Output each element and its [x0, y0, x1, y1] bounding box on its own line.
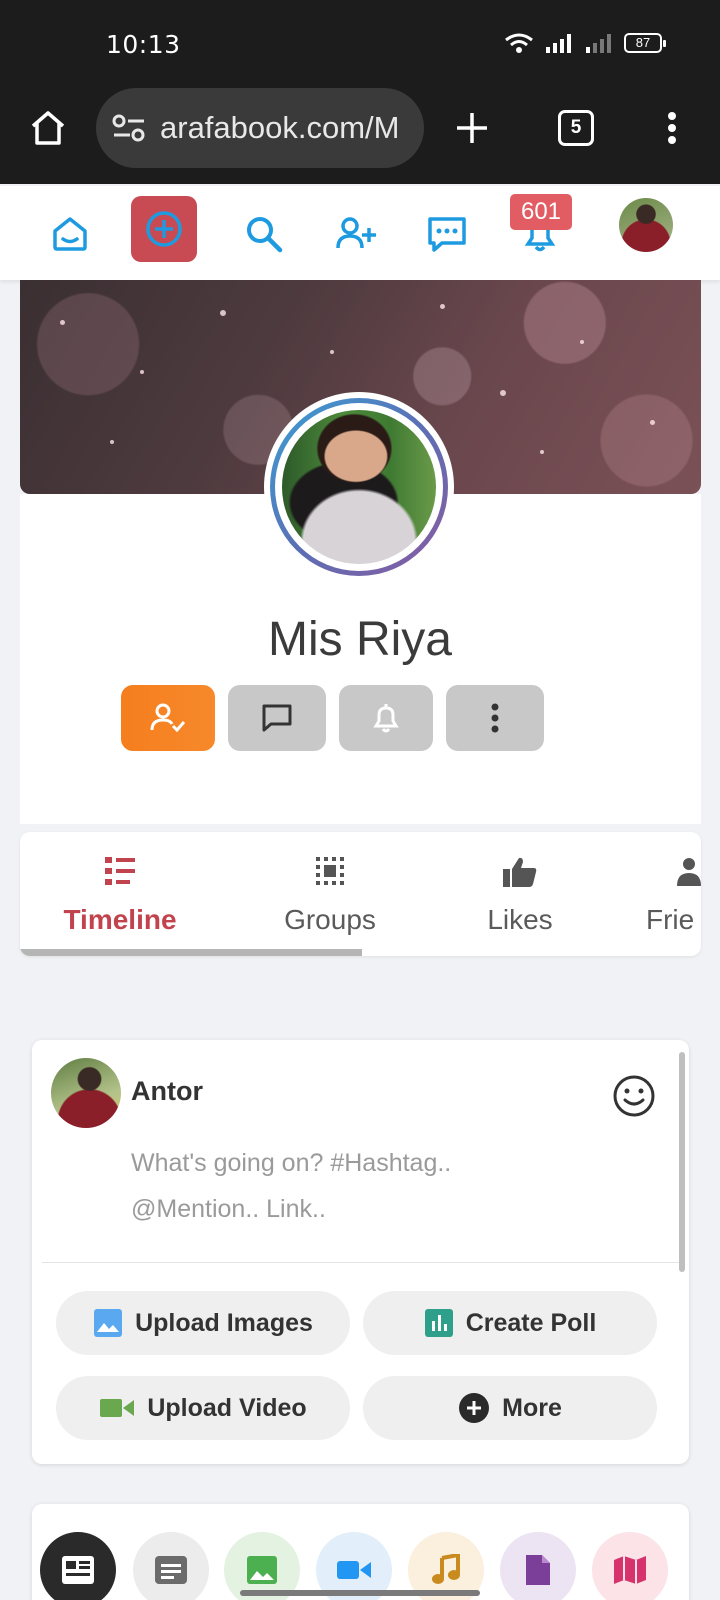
profile-actions: [121, 685, 544, 751]
tab-label: Likes: [487, 904, 553, 935]
tab-switcher-button[interactable]: 5: [558, 110, 594, 146]
home-icon[interactable]: [28, 108, 68, 148]
map-icon: [614, 1556, 646, 1584]
filter-map-posts[interactable]: [592, 1532, 668, 1600]
nav-home[interactable]: [40, 204, 100, 264]
post-composer: Antor What's going on? #Hashtag.. @Menti…: [32, 1040, 689, 1464]
file-icon: [526, 1555, 550, 1585]
nav-add-friend[interactable]: [326, 204, 386, 264]
groups-icon: [316, 857, 344, 885]
friends-icon: [677, 858, 701, 886]
button-label: Create Poll: [465, 1308, 597, 1337]
app-navbar: 601: [0, 186, 720, 280]
gesture-bar[interactable]: [240, 1590, 480, 1596]
signal-icon: [546, 34, 571, 53]
filter-all-posts[interactable]: [40, 1532, 116, 1600]
tab-label: Groups: [284, 904, 376, 935]
upload-video-button[interactable]: Upload Video: [56, 1376, 350, 1440]
create-poll-button[interactable]: Create Poll: [363, 1291, 657, 1355]
tab-groups[interactable]: Groups: [230, 832, 430, 956]
video-icon: [100, 1399, 135, 1417]
user-check-icon: [150, 703, 186, 733]
profile-tabs: Timeline Groups Likes Frie: [20, 832, 701, 956]
divider: [42, 1262, 679, 1263]
notify-button[interactable]: [339, 685, 433, 751]
bell-icon: [373, 704, 399, 733]
nav-search[interactable]: [234, 204, 294, 264]
address-bar[interactable]: arafabook.com/M: [96, 88, 424, 168]
add-user-icon: [336, 217, 376, 249]
more-vert-icon: [491, 703, 499, 733]
browser-toolbar: arafabook.com/M 5: [0, 88, 720, 184]
poll-icon: [424, 1309, 453, 1337]
upload-images-button[interactable]: Upload Images: [56, 1291, 350, 1355]
profile-name: Mis Riya: [267, 613, 452, 666]
image-icon: [94, 1309, 123, 1337]
tab-friends[interactable]: Frie: [626, 832, 701, 956]
composer-user-name: Antor: [131, 1076, 203, 1106]
tab-timeline[interactable]: Timeline: [20, 832, 220, 956]
filter-text-posts[interactable]: [133, 1532, 209, 1600]
status-bar: 10:13 87: [0, 0, 720, 88]
notification-count-badge: 601: [510, 194, 572, 230]
composer-scrollbar[interactable]: [679, 1052, 685, 1272]
clock: 10:13: [106, 30, 181, 59]
plus-circle-icon: [459, 1393, 490, 1423]
new-tab-icon[interactable]: [452, 108, 492, 148]
more-vert-icon[interactable]: [652, 108, 692, 148]
profile-avatar[interactable]: [264, 392, 454, 582]
url-text: arafabook.com/M: [160, 110, 400, 145]
tab-likes[interactable]: Likes: [430, 832, 610, 956]
tab-label: Frie: [646, 904, 695, 935]
tabs-scrollbar[interactable]: [20, 949, 362, 956]
video-icon: [337, 1561, 371, 1579]
user-avatar[interactable]: [619, 198, 673, 252]
newspaper-icon: [62, 1556, 94, 1584]
tab-label: Timeline: [63, 904, 177, 935]
text-post-icon: [155, 1556, 187, 1584]
post-text-input[interactable]: What's going on? #Hashtag.. @Mention.. L…: [131, 1140, 551, 1232]
following-button[interactable]: [121, 685, 215, 751]
filter-file-posts[interactable]: [500, 1532, 576, 1600]
button-label: Upload Video: [147, 1393, 307, 1422]
music-note-icon: [432, 1554, 460, 1584]
message-icon: [262, 704, 292, 732]
post-type-bar: [32, 1504, 689, 1600]
system-icons: 87: [504, 32, 666, 54]
search-icon: [247, 217, 283, 253]
timeline-icon: [105, 857, 135, 885]
button-label: More: [502, 1393, 562, 1422]
more-button[interactable]: More: [363, 1376, 657, 1440]
message-button[interactable]: [228, 685, 326, 751]
thumbs-up-icon: [503, 857, 537, 887]
create-button[interactable]: [131, 196, 197, 262]
button-label: Upload Images: [135, 1308, 313, 1337]
chat-icon: [428, 217, 466, 252]
wifi-icon: [505, 33, 533, 53]
image-icon: [247, 1556, 277, 1584]
nav-messages[interactable]: [417, 204, 477, 264]
more-options-button[interactable]: [446, 685, 544, 751]
site-settings-icon[interactable]: [112, 114, 146, 142]
composer-avatar: [51, 1058, 121, 1128]
plus-circle-icon: [146, 211, 182, 247]
home-icon: [53, 217, 87, 251]
signal-weak-icon: [586, 34, 611, 53]
emoji-icon[interactable]: [612, 1074, 656, 1118]
battery-icon: 87: [624, 33, 666, 53]
